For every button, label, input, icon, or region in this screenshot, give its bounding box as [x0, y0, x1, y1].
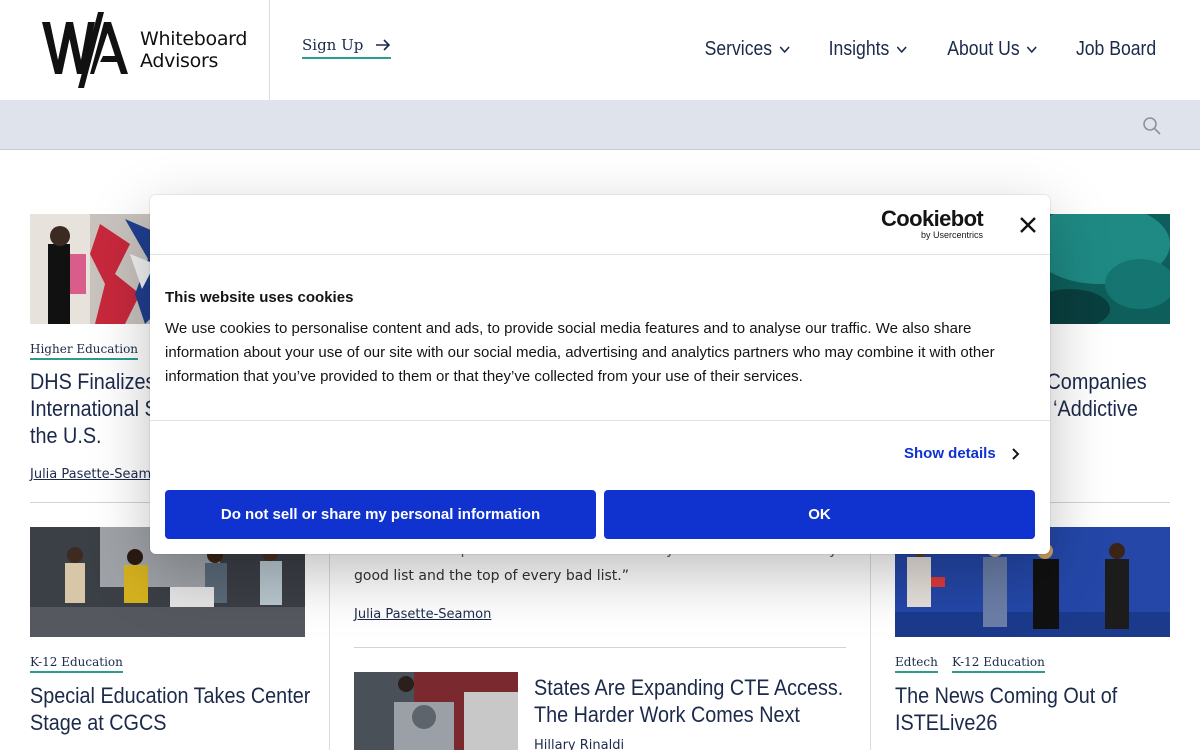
- logo-wordmark: Whiteboard Advisors: [140, 28, 247, 72]
- nav-services[interactable]: Services: [705, 38, 790, 61]
- dialog-header: Cookiebot by Usercentrics: [150, 195, 1050, 255]
- category-tag[interactable]: Higher Education: [30, 342, 139, 360]
- headline-line: Special Education Takes Center: [30, 683, 311, 708]
- search-icon[interactable]: [1142, 116, 1162, 136]
- cookiebot-subtitle: by Usercentrics: [920, 230, 983, 240]
- nav-job-board[interactable]: Job Board: [1076, 38, 1156, 61]
- main-nav: Services Insights About Us Job Board: [693, 38, 1156, 61]
- chevron-down-icon: [1026, 45, 1037, 53]
- cookiebot-brand: Cookiebot: [881, 206, 984, 231]
- wa-logo-icon: [42, 12, 128, 88]
- nav-insights-label: Insights: [828, 38, 889, 60]
- cookiebot-logo: Cookiebot by Usercentrics: [881, 206, 985, 241]
- search-bar[interactable]: [0, 100, 1200, 150]
- do-not-sell-button[interactable]: Do not sell or share my personal informa…: [165, 490, 596, 539]
- category-tag[interactable]: Edtech: [895, 655, 938, 673]
- quote-line: good list and the top of every bad list.…: [354, 568, 629, 584]
- category-tag[interactable]: K-12 Education: [952, 655, 1045, 673]
- headline-line: States Are Expanding CTE Access.: [534, 675, 844, 700]
- dialog-body-text: We use cookies to personalise content an…: [165, 320, 995, 385]
- headline-line: International S: [30, 396, 158, 421]
- dialog-title: This website uses cookies: [165, 289, 354, 306]
- headline-line: the U.S.: [30, 423, 102, 448]
- article-image-cte[interactable]: [354, 672, 518, 750]
- ok-button[interactable]: OK: [604, 490, 1035, 539]
- arrow-right-icon: [376, 39, 391, 51]
- chevron-down-icon: [896, 45, 907, 53]
- sign-up-label: Sign Up: [302, 36, 364, 54]
- headline-line: DHS Finalizes: [30, 369, 156, 394]
- show-details-link[interactable]: Show details: [904, 445, 1020, 462]
- chevron-right-icon: [1011, 447, 1020, 460]
- sign-up-link[interactable]: Sign Up: [302, 36, 392, 59]
- article-headline[interactable]: Special Education Takes Center Stage at …: [30, 682, 310, 736]
- nav-about-us[interactable]: About Us: [947, 38, 1037, 61]
- logo-area[interactable]: Whiteboard Advisors: [0, 0, 270, 100]
- author-link[interactable]: Julia Pasette-Seam: [30, 467, 151, 482]
- article-image-flags[interactable]: [30, 214, 170, 324]
- headline-line: ISTELive26: [895, 710, 998, 735]
- show-details-label: Show details: [904, 445, 996, 462]
- article-headline[interactable]: The News Coming Out of ISTELive26: [895, 682, 1117, 736]
- nav-about-us-label: About Us: [946, 38, 1020, 60]
- nav-insights[interactable]: Insights: [828, 38, 907, 61]
- cookie-consent-dialog: Cookiebot by Usercentrics This website u…: [150, 195, 1050, 554]
- author-link[interactable]: Hillary Rinaldi: [534, 738, 624, 750]
- divider: [354, 647, 846, 648]
- headline-line: The Harder Work Comes Next: [534, 702, 800, 727]
- category-tag[interactable]: K-12 Education: [30, 655, 123, 673]
- logo-line-1: Whiteboard: [140, 28, 248, 50]
- nav-services-label: Services: [704, 38, 773, 60]
- close-icon[interactable]: [1018, 215, 1038, 235]
- headline-line: Stage at CGCS: [30, 710, 167, 735]
- divider: [150, 420, 1050, 421]
- article-image-teal[interactable]: [1030, 214, 1170, 324]
- chevron-down-icon: [779, 45, 790, 53]
- nav-job-board-label: Job Board: [1075, 38, 1156, 60]
- logo-line-2: Advisors: [140, 50, 219, 72]
- author-link[interactable]: Julia Pasette-Seamon: [354, 607, 491, 622]
- site-header: Whiteboard Advisors Sign Up Services Ins…: [0, 0, 1200, 100]
- article-headline[interactable]: DHS Finalizes International S the U.S.: [30, 368, 158, 449]
- article-headline[interactable]: States Are Expanding CTE Access. The Har…: [534, 674, 843, 728]
- headline-line: The News Coming Out of: [895, 683, 1118, 708]
